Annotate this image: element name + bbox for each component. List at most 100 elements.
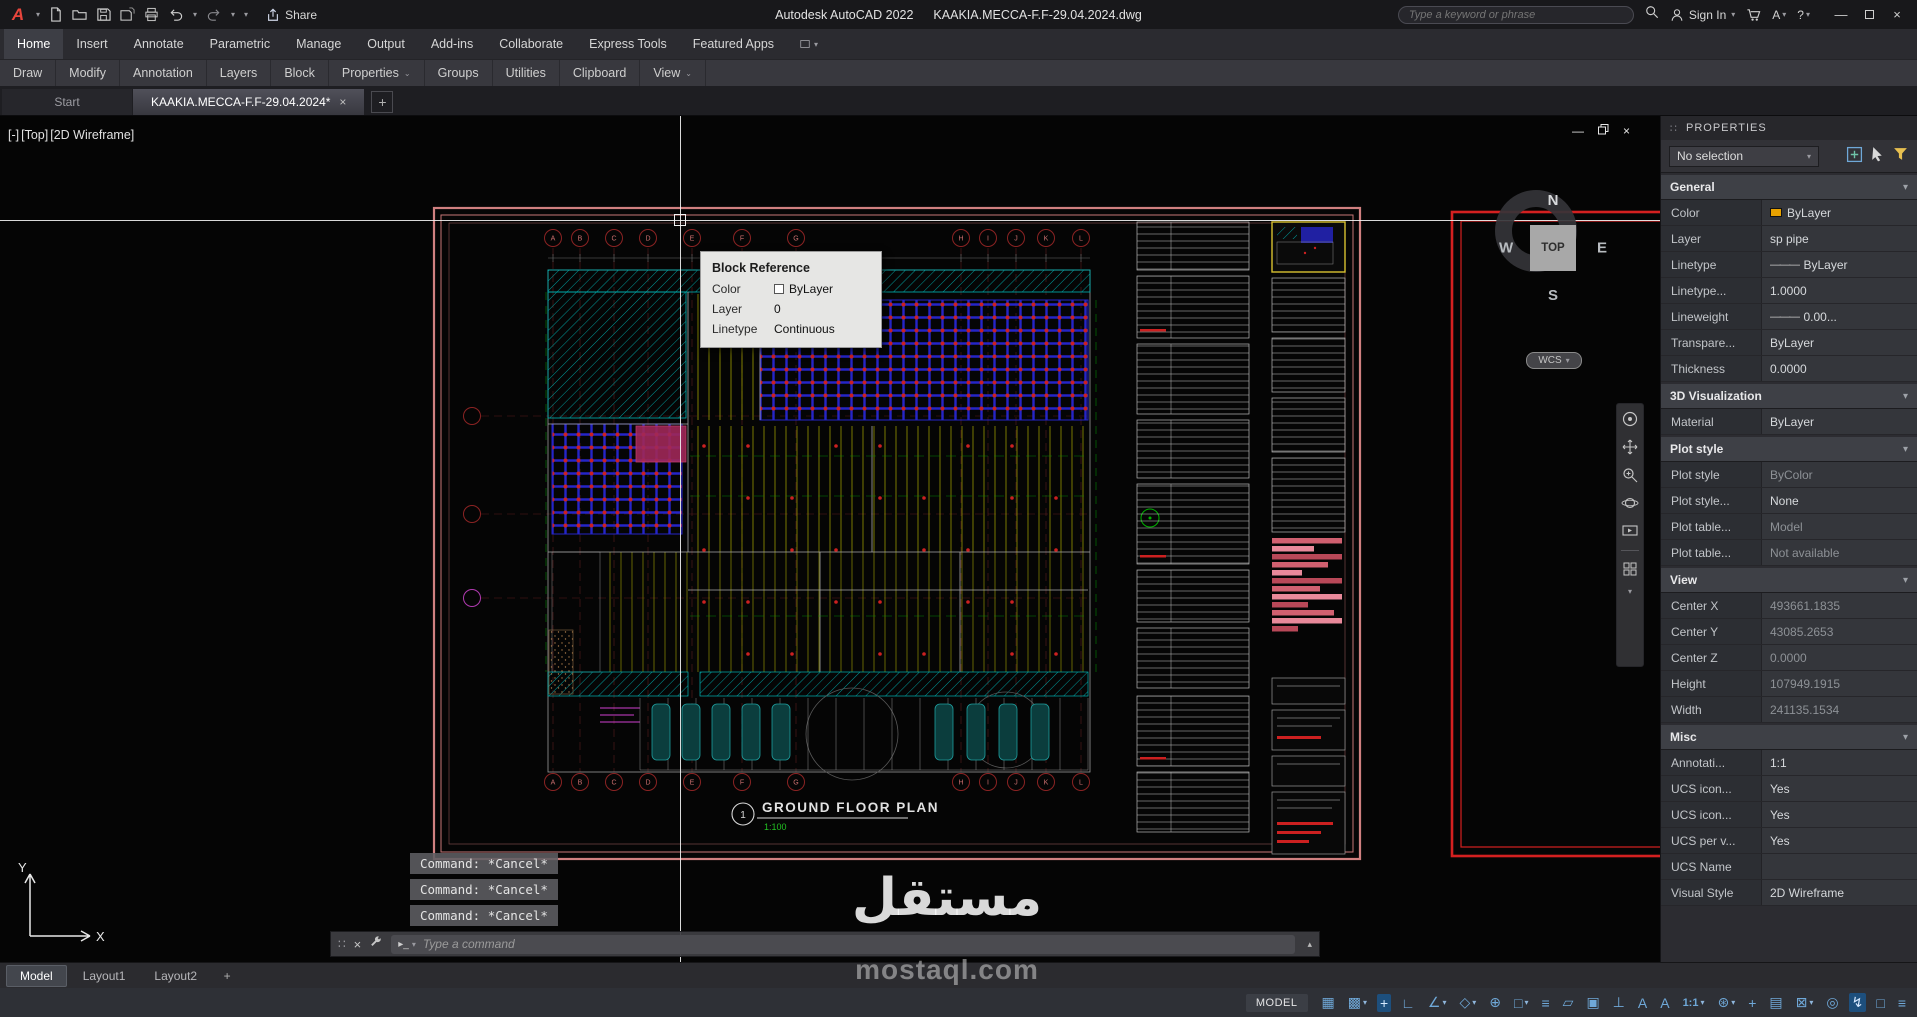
model-space-canvas[interactable]: A A B B C C D D E E F F G G H H I I J J K K L L 1 GROUND FLOOR …: [0, 116, 1660, 962]
command-expand-icon[interactable]: ▴: [1307, 939, 1312, 950]
app-menu-caret-icon[interactable]: ▾: [36, 10, 40, 19]
ribbon-minimize-icon[interactable]: ▾: [799, 29, 818, 59]
ribbon-panel-utilities[interactable]: Utilities: [493, 60, 560, 86]
ucs-dropdown[interactable]: WCS ▾: [1526, 352, 1582, 369]
ribbon-tab-express-tools[interactable]: Express Tools: [576, 29, 680, 59]
section-header-general[interactable]: General ▾: [1661, 175, 1917, 200]
property-row-visual-style[interactable]: Visual Style 2D Wireframe: [1661, 880, 1917, 906]
ribbon-tab-collaborate[interactable]: Collaborate: [486, 29, 576, 59]
undo-caret-icon[interactable]: ▾: [193, 10, 197, 19]
compass-west[interactable]: W: [1499, 240, 1513, 257]
transparency-toggle[interactable]: ▱: [1560, 993, 1577, 1012]
quick-properties-toggle[interactable]: ▤: [1766, 993, 1785, 1012]
command-customize-icon[interactable]: [369, 935, 383, 954]
ribbon-tab-insert[interactable]: Insert: [63, 29, 120, 59]
select-objects-icon[interactable]: [1869, 146, 1886, 166]
navbar-customize-icon[interactable]: [1622, 561, 1638, 577]
file-tab-kaakia-mecca-f-f-29-04-2024[interactable]: KAAKIA.MECCA-F.F-29.04.2024* ×: [133, 89, 365, 115]
quick-select-icon[interactable]: [1892, 146, 1909, 166]
viewport-control-1[interactable]: [Top]: [21, 128, 48, 142]
property-row-plot-table[interactable]: Plot table... Model: [1661, 514, 1917, 540]
ribbon-panel-clipboard[interactable]: Clipboard: [560, 60, 641, 86]
ribbon-tab-home[interactable]: Home: [4, 29, 64, 59]
doc-close-icon[interactable]: ×: [1623, 124, 1630, 138]
polar-tracking-toggle[interactable]: ∠ ▾: [1425, 993, 1450, 1012]
dynamic-ucs-toggle[interactable]: ⊥: [1610, 993, 1628, 1012]
property-row-lineweight[interactable]: Lineweight ——— 0.00...: [1661, 304, 1917, 330]
command-line[interactable]: ∷ × ▸_ ▾ Type a command ▴: [330, 931, 1320, 957]
doc-restore-icon[interactable]: [1598, 124, 1609, 138]
compass-north[interactable]: N: [1548, 192, 1559, 209]
graphics-performance-toggle[interactable]: ↯: [1848, 993, 1867, 1012]
redo-icon[interactable]: [206, 7, 222, 22]
qat-customize-caret-icon[interactable]: ▾: [244, 10, 248, 19]
maximize-button[interactable]: [1857, 5, 1881, 25]
ribbon-tab-featured-apps[interactable]: Featured Apps: [680, 29, 787, 59]
new-layout-button[interactable]: +: [218, 969, 236, 983]
property-row-material[interactable]: Material ByLayer: [1661, 409, 1917, 435]
layout-tab-layout1[interactable]: Layout1: [70, 966, 139, 986]
search-input[interactable]: [1397, 5, 1634, 24]
plot-icon[interactable]: [144, 7, 159, 22]
layout-tab-layout2[interactable]: Layout2: [141, 966, 210, 986]
lineweight-toggle[interactable]: ≡: [1538, 994, 1552, 1012]
orbit-icon[interactable]: [1621, 494, 1639, 512]
compass-south[interactable]: S: [1548, 287, 1558, 304]
isometric-drafting-toggle[interactable]: ◇ ▾: [1456, 993, 1479, 1012]
viewport-control-0[interactable]: [-]: [8, 128, 19, 142]
property-row-plot-table[interactable]: Plot table... Not available: [1661, 540, 1917, 566]
property-row-annotati[interactable]: Annotati... 1:1: [1661, 750, 1917, 776]
share-button[interactable]: Share: [266, 8, 317, 22]
annotation-visibility-toggle[interactable]: A: [1635, 994, 1650, 1012]
property-row-layer[interactable]: Layer sp pipe: [1661, 226, 1917, 252]
palette-grip-icon[interactable]: ∷: [1670, 122, 1678, 135]
clean-screen-toggle[interactable]: □: [1873, 994, 1887, 1012]
new-tab-button[interactable]: +: [371, 91, 394, 113]
property-row-ucs-icon[interactable]: UCS icon... Yes: [1661, 776, 1917, 802]
property-row-transpare[interactable]: Transpare... ByLayer: [1661, 330, 1917, 356]
property-row-center-y[interactable]: Center Y 43085.2653: [1661, 619, 1917, 645]
navbar-caret-icon[interactable]: ▾: [1628, 587, 1632, 596]
property-row-plot-style[interactable]: Plot style... None: [1661, 488, 1917, 514]
ribbon-panel-groups[interactable]: Groups: [425, 60, 493, 86]
property-row-linetype[interactable]: Linetype... 1.0000: [1661, 278, 1917, 304]
compass-top-face[interactable]: TOP: [1530, 225, 1576, 271]
property-row-plot-style[interactable]: Plot style ByColor: [1661, 462, 1917, 488]
section-header-misc[interactable]: Misc ▾: [1661, 725, 1917, 750]
autoscale-toggle[interactable]: A: [1657, 994, 1672, 1012]
ribbon-panel-view[interactable]: View ⌄: [640, 60, 706, 86]
command-input[interactable]: ▸_ ▾ Type a command: [391, 934, 1296, 954]
section-header-3d-visualization[interactable]: 3D Visualization ▾: [1661, 384, 1917, 409]
help-icon[interactable]: ? ▾: [1797, 8, 1810, 22]
snap-mode-toggle[interactable]: ▩ ▾: [1345, 993, 1370, 1012]
ribbon-tab-manage[interactable]: Manage: [283, 29, 354, 59]
ribbon-panel-modify[interactable]: Modify: [56, 60, 120, 86]
ortho-mode-toggle[interactable]: ∟: [1398, 994, 1418, 1012]
property-row-ucs-icon[interactable]: UCS icon... Yes: [1661, 802, 1917, 828]
ribbon-panel-block[interactable]: Block: [271, 60, 329, 86]
search-icon[interactable]: [1645, 5, 1659, 24]
viewport-control-2[interactable]: [2D Wireframe]: [50, 128, 134, 142]
grid-display-toggle[interactable]: ▦: [1319, 993, 1338, 1012]
command-close-icon[interactable]: ×: [354, 937, 362, 952]
property-row-center-x[interactable]: Center X 493661.1835: [1661, 593, 1917, 619]
ribbon-tab-parametric[interactable]: Parametric: [197, 29, 283, 59]
property-row-color[interactable]: Color ByLayer: [1661, 200, 1917, 226]
view-compass[interactable]: N S W E TOP: [1486, 181, 1620, 315]
navigation-wheel-icon[interactable]: [1621, 410, 1639, 428]
sign-in-button[interactable]: Sign In ▾: [1670, 8, 1735, 22]
customization-toggle[interactable]: ≡: [1895, 994, 1909, 1012]
close-button[interactable]: ×: [1885, 5, 1909, 25]
command-grip-icon[interactable]: ∷: [338, 937, 346, 951]
pickadd-toggle-icon[interactable]: [1846, 146, 1863, 166]
save-icon[interactable]: [96, 7, 111, 22]
doc-minimize-icon[interactable]: —: [1572, 124, 1584, 138]
app-store-cart-icon[interactable]: [1746, 7, 1761, 22]
object-snap-toggle[interactable]: □ ▾: [1511, 994, 1531, 1012]
save-as-icon[interactable]: [120, 7, 135, 22]
isolate-objects-toggle[interactable]: ◎: [1823, 993, 1841, 1012]
minimize-button[interactable]: —: [1829, 5, 1853, 25]
ribbon-tab-annotate[interactable]: Annotate: [121, 29, 197, 59]
layout-tab-model[interactable]: Model: [6, 964, 67, 987]
undo-icon[interactable]: [168, 7, 184, 22]
